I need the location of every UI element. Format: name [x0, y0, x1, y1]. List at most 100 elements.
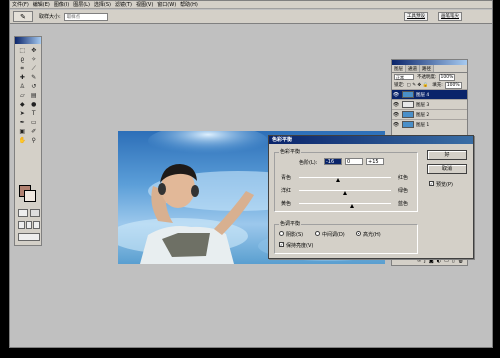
dialog-title: 色彩平衡 — [269, 136, 473, 144]
eyedropper-icon[interactable]: ✐ — [29, 128, 40, 136]
menu-window[interactable]: 窗口(W) — [157, 1, 176, 8]
brush-icon[interactable]: ✎ — [29, 74, 40, 82]
screen-mode-buttons — [18, 221, 41, 229]
sample-size-select[interactable]: 取样点 — [63, 12, 108, 21]
history-brush-icon[interactable]: ↺ — [29, 83, 40, 91]
screen-mode-full-icon[interactable] — [25, 221, 33, 229]
tab-paths[interactable]: 路径 — [420, 65, 434, 72]
crop-icon[interactable]: ⌗ — [17, 65, 28, 73]
menu-filter[interactable]: 滤镜(T) — [115, 1, 132, 8]
lock-label: 锁定: — [394, 83, 405, 88]
layer-row[interactable]: 👁 图层 1 — [392, 119, 467, 129]
layers-panel-tabs: 图层 通道 路径 — [392, 65, 467, 73]
ok-button[interactable]: 好 — [427, 150, 467, 160]
layer-name: 图层 2 — [416, 112, 430, 118]
lock-icons[interactable]: ▢ ✎ ✥ 🔒 — [407, 83, 429, 88]
tab-layers[interactable]: 图层 — [392, 65, 406, 72]
level-cyan-red-input[interactable]: -16 — [324, 158, 342, 165]
color-balance-group-label: 色彩平衡 — [279, 148, 302, 155]
blend-mode-select[interactable]: 正常 — [394, 74, 414, 80]
gradient-icon[interactable]: ▤ — [29, 92, 40, 100]
photoshop-window: 文件(F) 编辑(E) 图像(I) 图层(L) 选择(S) 滤镜(T) 视图(V… — [9, 0, 493, 348]
menu-file[interactable]: 文件(F) — [12, 1, 29, 8]
cyan-red-slider-thumb[interactable] — [335, 178, 340, 182]
magenta-green-slider-thumb[interactable] — [343, 191, 347, 195]
screen-mode-standard-icon[interactable] — [18, 221, 25, 229]
preview-checkbox[interactable]: ✓ — [429, 181, 434, 186]
opacity-input[interactable]: 100% — [438, 73, 456, 81]
slice-icon[interactable]: ⟋ — [29, 65, 40, 73]
pen-icon[interactable]: ✒ — [17, 119, 28, 127]
menu-bar: 文件(F) 编辑(E) 图像(I) 图层(L) 选择(S) 滤镜(T) 视图(V… — [10, 1, 492, 9]
tone-highlights-radio[interactable] — [356, 231, 361, 236]
jump-to-imageready-icon[interactable] — [18, 233, 40, 241]
healing-icon[interactable]: ✚ — [17, 74, 28, 82]
quick-mask-icon[interactable] — [30, 209, 40, 217]
eyedropper-icon: ✎ — [20, 12, 26, 21]
shape-icon[interactable]: ▭ — [29, 119, 40, 127]
preview-label[interactable]: 预览(P) — [436, 181, 453, 188]
background-color-swatch[interactable] — [24, 190, 36, 202]
zoom-icon[interactable]: ⚲ — [29, 137, 40, 145]
stamp-icon[interactable]: ♙ — [17, 83, 28, 91]
eraser-icon[interactable]: ▱ — [17, 92, 28, 100]
dodge-icon[interactable]: ● — [29, 101, 40, 109]
toolbox: ⬚ ✥ ϱ ✧ ⌗ ⟋ ✚ ✎ ♙ ↺ ▱ ▤ ◆ ● ➤ T ✒ ▭ ▣ ✐ ✋ ⚲ — [14, 36, 42, 246]
tool-preset-button[interactable]: ✎ — [13, 11, 33, 22]
yellow-blue-slider-thumb[interactable] — [349, 204, 354, 208]
blur-icon[interactable]: ◆ — [17, 101, 28, 109]
notes-icon[interactable]: ▣ — [17, 128, 28, 136]
path-select-icon[interactable]: ➤ — [17, 110, 28, 118]
magic-wand-icon[interactable]: ✧ — [29, 56, 40, 64]
level-yellow-blue-input[interactable]: +15 — [366, 158, 384, 165]
mask-mode-buttons — [18, 209, 40, 217]
slider-left-label: 洋红 — [281, 188, 292, 194]
eye-icon[interactable]: 👁 — [392, 122, 400, 128]
fill-label: 填充: — [432, 83, 443, 88]
layer-name: 图层 4 — [416, 92, 430, 98]
layer-row[interactable]: 👁 图层 2 — [392, 109, 467, 119]
move-icon[interactable]: ✥ — [29, 47, 40, 55]
tone-shadows-radio[interactable] — [279, 231, 284, 236]
tone-balance-group — [274, 224, 418, 254]
tab-tool-presets[interactable]: 工具预设 — [404, 12, 428, 21]
tone-midtones-label[interactable]: 中间调(D) — [322, 231, 345, 238]
slider-right-label: 绿色 — [398, 188, 409, 194]
layer-thumbnail — [402, 91, 414, 98]
options-bar: ✎ 取样大小: 取样点 工具预设 画笔笔尖 — [10, 10, 492, 24]
screen-mode-black-icon[interactable] — [33, 221, 41, 229]
cyan-red-slider-track[interactable] — [299, 177, 391, 178]
menu-layer[interactable]: 图层(L) — [73, 1, 90, 8]
menu-image[interactable]: 图像(I) — [54, 1, 69, 8]
cancel-button[interactable]: 取消 — [427, 164, 467, 174]
eye-icon[interactable]: 👁 — [392, 112, 400, 118]
marquee-icon[interactable]: ⬚ — [17, 47, 28, 55]
eye-icon[interactable]: 👁 — [392, 92, 400, 98]
level-magenta-green-input[interactable]: 0 — [345, 158, 363, 165]
layer-row[interactable]: 👁 图层 3 — [392, 99, 467, 109]
tone-shadows-label[interactable]: 阴影(S) — [286, 231, 303, 238]
menu-edit[interactable]: 编辑(E) — [33, 1, 50, 8]
tone-midtones-radio[interactable] — [315, 231, 320, 236]
tab-brushes[interactable]: 画笔笔尖 — [438, 12, 462, 21]
layer-row[interactable]: 👁 图层 4 — [392, 89, 467, 99]
tab-channels[interactable]: 通道 — [406, 65, 420, 72]
tone-balance-group-label: 色调平衡 — [279, 220, 302, 227]
menu-view[interactable]: 视图(V) — [136, 1, 153, 8]
standard-mode-icon[interactable] — [18, 209, 28, 217]
lasso-icon[interactable]: ϱ — [17, 56, 28, 64]
preserve-luminosity-checkbox[interactable]: ✓ — [279, 242, 284, 247]
color-balance-dialog: 色彩平衡 色彩平衡 色阶(L): -16 0 +15 青色 红色 洋红 绿色 黄… — [268, 135, 474, 259]
slider-left-label: 黄色 — [281, 201, 292, 207]
fill-input[interactable]: 100% — [444, 81, 462, 89]
type-icon[interactable]: T — [29, 110, 40, 118]
layer-thumbnail — [402, 121, 414, 128]
hand-icon[interactable]: ✋ — [17, 137, 28, 145]
toolbox-header — [15, 37, 41, 44]
yellow-blue-slider-track[interactable] — [299, 203, 391, 204]
eye-icon[interactable]: 👁 — [392, 102, 400, 108]
tone-highlights-label[interactable]: 高光(H) — [363, 231, 381, 238]
preserve-luminosity-label[interactable]: 保持亮度(V) — [286, 242, 313, 249]
menu-help[interactable]: 帮助(H) — [180, 1, 198, 8]
menu-select[interactable]: 选择(S) — [94, 1, 111, 8]
